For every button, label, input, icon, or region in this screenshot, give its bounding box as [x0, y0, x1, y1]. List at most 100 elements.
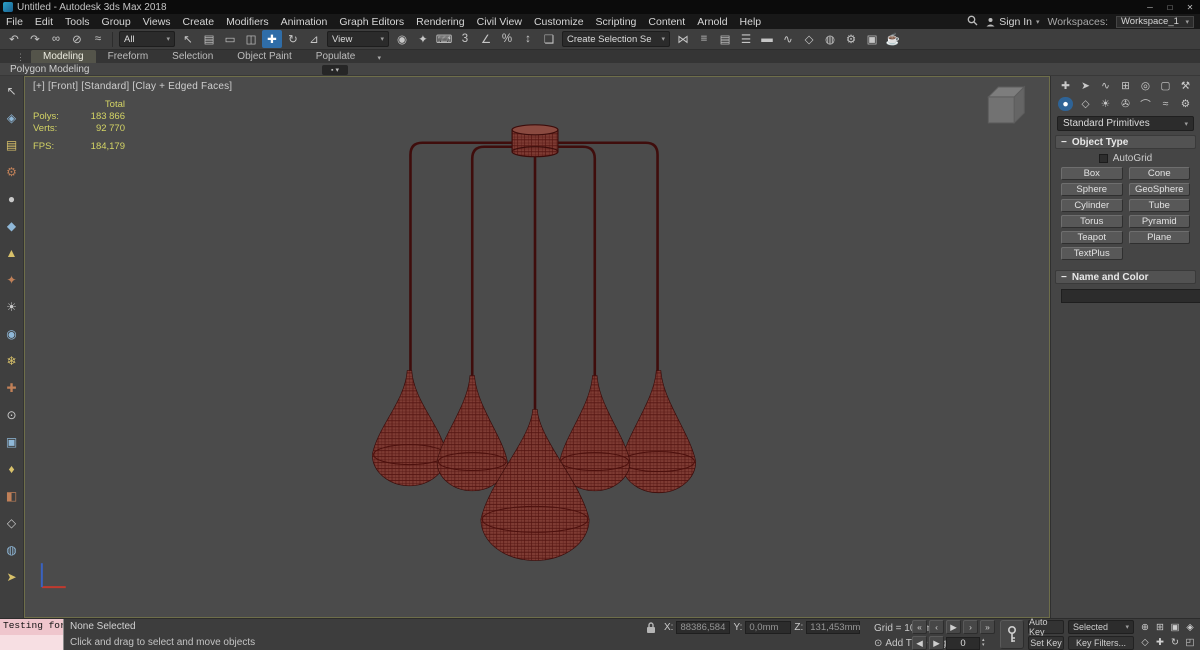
- key-mode-dropdown[interactable]: Selected ▾: [1068, 620, 1134, 634]
- menu-item[interactable]: Civil View: [471, 14, 528, 29]
- key-filters-button[interactable]: Key Filters...: [1068, 636, 1134, 650]
- display-tab-icon[interactable]: ▢: [1158, 79, 1173, 93]
- create-tab-icon[interactable]: ➤: [1078, 79, 1093, 93]
- window-crossing-icon[interactable]: ◫: [241, 30, 261, 48]
- auto-key-button[interactable]: Auto Key: [1028, 617, 1064, 637]
- maximize-viewport-icon[interactable]: ◰: [1183, 636, 1197, 649]
- frame-spinner[interactable]: ▴ ▾: [982, 638, 985, 648]
- play-icon[interactable]: ▶: [946, 620, 961, 634]
- shapes-category-icon[interactable]: ◇: [1078, 97, 1093, 111]
- menu-item[interactable]: Tools: [59, 14, 96, 29]
- panel-plus-icon[interactable]: ✚: [1058, 79, 1073, 93]
- field-of-view-icon[interactable]: ◇: [1138, 636, 1152, 649]
- viewcube[interactable]: [987, 85, 1026, 125]
- zoom-all-icon[interactable]: ⊞: [1153, 621, 1167, 634]
- object-type-button[interactable]: Pyramid: [1128, 215, 1190, 228]
- left-tool-icon-9[interactable]: ☀: [3, 298, 21, 316]
- left-tool-icon-5[interactable]: ●: [3, 190, 21, 208]
- primitives-category-dropdown[interactable]: Standard Primitives ▾: [1057, 116, 1194, 131]
- toggle-scene-explorer-icon[interactable]: ▤: [715, 30, 735, 48]
- ribbon-tab-overflow[interactable]: ▾: [371, 52, 387, 63]
- search-icon[interactable]: [967, 15, 978, 29]
- object-type-button[interactable]: Sphere: [1061, 183, 1123, 196]
- left-tool-icon-7[interactable]: ▲: [3, 244, 21, 262]
- spinner-down-icon[interactable]: ▾: [982, 643, 985, 648]
- rectangular-selection-region-icon[interactable]: ▭: [220, 30, 240, 48]
- edit-named-selection-sets-icon[interactable]: ❏: [539, 30, 559, 48]
- tab-modeling[interactable]: Modeling: [31, 50, 96, 63]
- go-to-start-icon[interactable]: «: [912, 620, 927, 634]
- tab-populate[interactable]: Populate: [304, 50, 367, 63]
- zoom-extents-all-icon[interactable]: ◈: [1183, 621, 1197, 634]
- space-warps-category-icon[interactable]: ≈: [1158, 97, 1173, 111]
- x-coordinate-field[interactable]: 88386,584: [676, 621, 731, 634]
- minimize-button[interactable]: ─: [1140, 0, 1160, 14]
- polygon-modeling-label[interactable]: Polygon Modeling: [10, 64, 90, 75]
- viewport-label[interactable]: [+] [Front] [Standard] [Clay + Edged Fac…: [33, 81, 232, 92]
- menu-item[interactable]: Group: [96, 14, 137, 29]
- align-icon[interactable]: ≡: [694, 30, 714, 48]
- geometry-category-icon[interactable]: ●: [1058, 97, 1073, 111]
- menu-item[interactable]: Content: [642, 14, 691, 29]
- left-tool-icon-12[interactable]: ✚: [3, 379, 21, 397]
- menu-item[interactable]: Animation: [275, 14, 334, 29]
- left-tool-icon-10[interactable]: ◉: [3, 325, 21, 343]
- redo-icon[interactable]: ↷: [25, 30, 45, 48]
- left-tool-icon-19[interactable]: ➤: [3, 568, 21, 586]
- select-and-scale-icon[interactable]: ⊿: [304, 30, 324, 48]
- use-pivot-point-center-icon[interactable]: ◉: [392, 30, 412, 48]
- close-button[interactable]: ✕: [1180, 0, 1200, 14]
- menu-item[interactable]: Customize: [528, 14, 590, 29]
- object-type-button[interactable]: Tube: [1128, 199, 1190, 212]
- motion-tab-icon[interactable]: ◎: [1138, 79, 1153, 93]
- menu-item[interactable]: Scripting: [590, 14, 643, 29]
- object-type-button[interactable]: Torus: [1061, 215, 1123, 228]
- chandelier-model[interactable]: [25, 77, 1049, 617]
- modify-tab-icon[interactable]: ∿: [1098, 79, 1113, 93]
- object-type-button[interactable]: GeoSphere: [1128, 183, 1190, 196]
- left-tool-icon-3[interactable]: ▤: [3, 136, 21, 154]
- named-selection-sets-dropdown[interactable]: Create Selection Se ▾: [562, 31, 670, 47]
- bind-to-space-warp-icon[interactable]: ≈: [88, 30, 108, 48]
- menu-item[interactable]: Views: [137, 14, 177, 29]
- ribbon-panel-options[interactable]: ▪ ▾: [322, 65, 348, 75]
- helpers-category-icon[interactable]: ⌒: [1138, 97, 1153, 111]
- select-and-manipulate-icon[interactable]: ✦: [413, 30, 433, 48]
- utilities-tab-icon[interactable]: ⚒: [1178, 79, 1193, 93]
- next-key-icon[interactable]: ▶: [929, 636, 944, 650]
- previous-frame-icon[interactable]: ‹: [929, 620, 944, 634]
- selection-filter-dropdown[interactable]: All ▾: [119, 31, 175, 47]
- listener-line[interactable]: [0, 635, 63, 650]
- menu-item[interactable]: File: [0, 14, 29, 29]
- hierarchy-tab-icon[interactable]: ⊞: [1118, 79, 1133, 93]
- select-and-link-icon[interactable]: ∞: [46, 30, 66, 48]
- cameras-category-icon[interactable]: ✇: [1118, 97, 1133, 111]
- workspace-dropdown[interactable]: Workspace_1 ▾: [1116, 15, 1194, 28]
- set-key-button[interactable]: Set Key: [1028, 636, 1064, 650]
- left-tool-icon-13[interactable]: ⊙: [3, 406, 21, 424]
- viewport-front[interactable]: [+] [Front] [Standard] [Clay + Edged Fac…: [24, 76, 1050, 618]
- select-by-name-icon[interactable]: ▤: [199, 30, 219, 48]
- tab-object-paint[interactable]: Object Paint: [225, 50, 303, 63]
- toggle-layer-explorer-icon[interactable]: ☰: [736, 30, 756, 48]
- menu-item[interactable]: Help: [734, 14, 768, 29]
- object-type-button[interactable]: Cylinder: [1061, 199, 1123, 212]
- lights-category-icon[interactable]: ☀: [1098, 97, 1113, 111]
- render-production-icon[interactable]: ☕: [883, 30, 903, 48]
- current-frame-field[interactable]: 0: [946, 636, 980, 650]
- select-and-rotate-icon[interactable]: ↻: [283, 30, 303, 48]
- tab-freeform[interactable]: Freeform: [96, 50, 161, 63]
- object-type-button[interactable]: Plane: [1128, 231, 1190, 244]
- curve-editor-icon[interactable]: ∿: [778, 30, 798, 48]
- rendered-frame-window-icon[interactable]: ▣: [862, 30, 882, 48]
- object-name-input[interactable]: [1061, 289, 1200, 303]
- z-coordinate-field[interactable]: 131,453mm: [806, 621, 860, 634]
- snaps-toggle-icon[interactable]: 3: [455, 30, 475, 48]
- systems-category-icon[interactable]: ⚙: [1178, 97, 1193, 111]
- name-color-rollout-header[interactable]: − Name and Color: [1055, 270, 1196, 284]
- mirror-icon[interactable]: ⋈: [673, 30, 693, 48]
- autogrid-checkbox[interactable]: [1098, 154, 1108, 163]
- left-tool-icon-1[interactable]: ↖: [3, 82, 21, 100]
- sign-in-button[interactable]: Sign In ▾: [986, 16, 1040, 28]
- left-tool-icon-11[interactable]: ❄: [3, 352, 21, 370]
